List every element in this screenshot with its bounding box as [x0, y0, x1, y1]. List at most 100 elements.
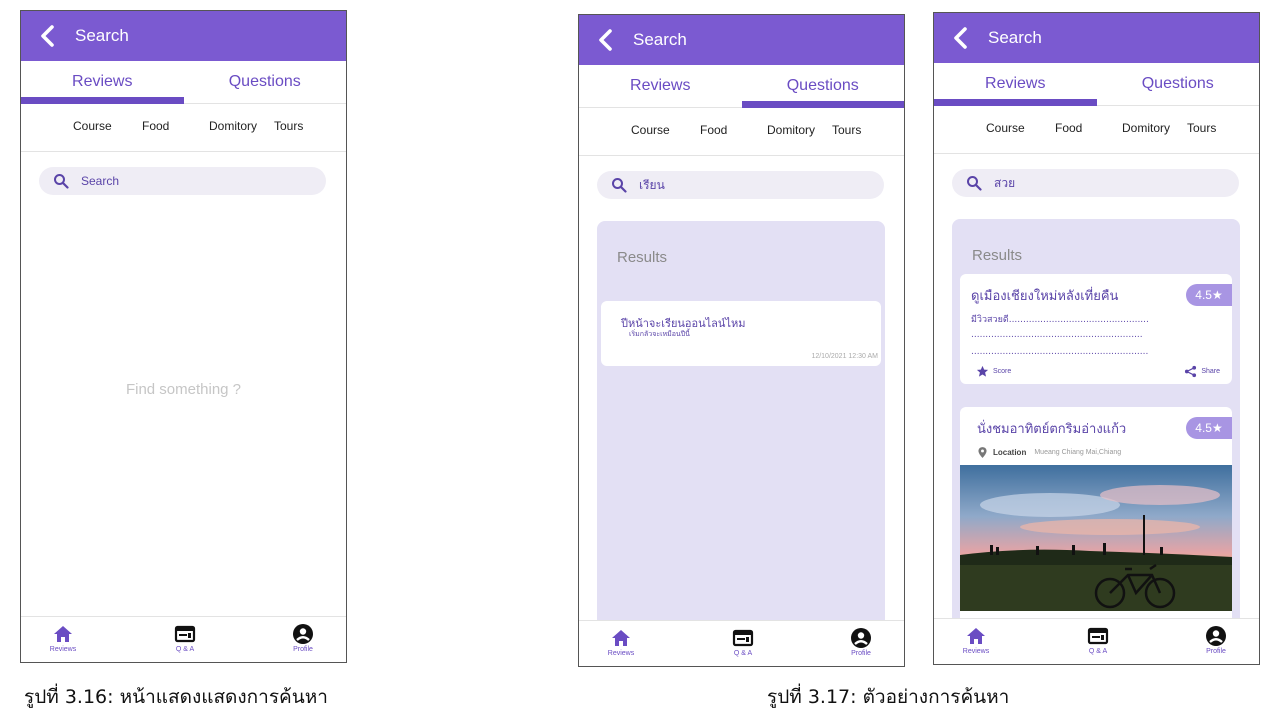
location-pin-icon	[978, 447, 987, 458]
location-row: Location Mueang Chiang Mai,Chiang	[978, 447, 1121, 458]
category-course[interactable]: Course	[986, 121, 1025, 135]
tab-reviews[interactable]: Reviews	[934, 63, 1097, 106]
qa-board-icon	[174, 625, 196, 643]
app-bar: Search	[934, 13, 1259, 63]
bottom-nav: Reviews Q & A Profile	[21, 616, 346, 662]
nav-profile-label: Profile	[293, 646, 313, 653]
nav-profile-label: Profile	[851, 650, 871, 657]
profile-icon	[293, 624, 313, 644]
sunset-photo	[960, 465, 1232, 611]
back-arrow-icon[interactable]	[579, 15, 633, 65]
bottom-nav: Reviews Q & A Profile	[579, 620, 904, 666]
tab-reviews[interactable]: Reviews	[21, 61, 184, 104]
home-icon	[967, 628, 985, 644]
tab-questions[interactable]: Questions	[741, 65, 905, 108]
results-title: Results	[617, 249, 668, 266]
app-bar: Search	[21, 11, 346, 61]
search-icon	[54, 174, 69, 189]
nav-profile[interactable]: Profile	[831, 627, 891, 657]
qa-board-icon	[732, 629, 754, 647]
question-subtitle: เริ่มกลัวจะเหมือนปีนี้	[629, 330, 690, 338]
category-dormitory[interactable]: Domitory	[209, 119, 257, 133]
nav-qa[interactable]: Q & A	[713, 627, 773, 657]
category-tours[interactable]: Tours	[1187, 121, 1216, 135]
figure-caption-3-17: รูปที่ 3.17: ตัวอย่างการค้นหา	[767, 686, 1010, 708]
nav-qa-label: Q & A	[175, 646, 195, 653]
search-input[interactable]: สวย	[952, 169, 1239, 197]
question-result-card[interactable]: ปีหน้าจะเรียนออนไลน์ไหม เริ่มกลัวจะเหมือ…	[601, 301, 881, 366]
nav-qa-label: Q & A	[733, 650, 753, 657]
search-placeholder: Search	[81, 174, 120, 188]
share-icon	[1185, 365, 1197, 378]
category-filter: Course Food Domitory Tours	[579, 108, 904, 156]
nav-profile-label: Profile	[1206, 648, 1226, 655]
nav-reviews[interactable]: Reviews	[33, 623, 93, 653]
tab-questions[interactable]: Questions	[184, 61, 347, 103]
profile-icon	[1206, 626, 1226, 646]
nav-reviews[interactable]: Reviews	[946, 625, 1006, 655]
app-bar: Search	[579, 15, 904, 65]
tab-reviews[interactable]: Reviews	[579, 65, 742, 107]
search-input[interactable]: เรียน	[597, 171, 884, 199]
tab-questions[interactable]: Questions	[1097, 63, 1260, 105]
bottom-nav: Reviews Q & A Profile	[934, 618, 1259, 664]
review-text-line: ........................................…	[971, 330, 1143, 340]
profile-icon	[851, 628, 871, 648]
nav-profile[interactable]: Profile	[273, 623, 333, 653]
nav-qa-label: Q & A	[1088, 648, 1108, 655]
phone-screen-search-empty: Search Reviews Questions Course Food Dom…	[20, 10, 347, 663]
nav-profile[interactable]: Profile	[1186, 625, 1246, 655]
category-filter: Course Food Domitory Tours	[21, 104, 346, 152]
category-food[interactable]: Food	[142, 119, 169, 133]
figure-caption-3-16: รูปที่ 3.16: หน้าแสดงแสดงการค้นหา	[24, 686, 328, 708]
tab-bar: Reviews Questions	[934, 63, 1259, 106]
nav-qa[interactable]: Q & A	[155, 623, 215, 653]
category-dormitory[interactable]: Domitory	[767, 123, 815, 137]
nav-reviews[interactable]: Reviews	[591, 627, 651, 657]
phone-screen-search-questions: Search Reviews Questions Course Food Dom…	[578, 14, 905, 667]
nav-reviews-label: Reviews	[49, 646, 77, 653]
nav-reviews-label: Reviews	[962, 648, 990, 655]
search-input[interactable]: Search	[39, 167, 326, 195]
category-dormitory[interactable]: Domitory	[1122, 121, 1170, 135]
category-food[interactable]: Food	[700, 123, 727, 137]
qa-board-icon	[1087, 627, 1109, 645]
app-bar-title: Search	[988, 28, 1042, 47]
back-arrow-icon[interactable]	[21, 11, 75, 61]
share-button[interactable]: Share	[1184, 365, 1220, 378]
review-result-card[interactable]: นั่งชมอาทิตย์ตกริมอ่างแก้ว 4.5★ Location…	[960, 407, 1232, 639]
category-course[interactable]: Course	[631, 123, 670, 137]
review-title: นั่งชมอาทิตย์ตกริมอ่างแก้ว	[977, 422, 1127, 437]
empty-state-message: Find something ?	[125, 381, 242, 398]
category-course[interactable]: Course	[73, 119, 112, 133]
category-food[interactable]: Food	[1055, 121, 1082, 135]
share-label: Share	[1201, 368, 1220, 375]
search-icon	[967, 176, 982, 191]
category-tours[interactable]: Tours	[832, 123, 861, 137]
category-tours[interactable]: Tours	[274, 119, 303, 133]
search-icon	[612, 178, 627, 193]
results-title: Results	[972, 247, 1023, 264]
home-icon	[54, 626, 72, 642]
review-text-line: มีวิวสวยดี..............................…	[971, 315, 1149, 325]
nav-qa[interactable]: Q & A	[1068, 625, 1128, 655]
back-arrow-icon[interactable]	[934, 13, 988, 63]
search-query: เรียน	[639, 177, 665, 192]
rating-badge: 4.5★	[1186, 417, 1232, 439]
score-label: Score	[993, 368, 1012, 375]
app-bar-title: Search	[75, 26, 129, 45]
score-button[interactable]: Score	[976, 365, 1011, 378]
results-panel: Results ปีหน้าจะเรียนออนไลน์ไหม เริ่มกลั…	[597, 221, 885, 627]
review-text-line: ........................................…	[971, 347, 1149, 357]
app-bar-title: Search	[633, 30, 687, 49]
search-query: สวย	[994, 175, 1016, 190]
nav-reviews-label: Reviews	[607, 650, 635, 657]
tab-bar: Reviews Questions	[21, 61, 346, 104]
review-title: ดูเมืองเชียงใหม่หลังเที่ยคืน	[971, 289, 1119, 304]
tab-bar: Reviews Questions	[579, 65, 904, 108]
home-icon	[612, 630, 630, 646]
review-result-card[interactable]: ดูเมืองเชียงใหม่หลังเที่ยคืน 4.5★ มีวิวส…	[960, 274, 1232, 384]
results-panel: Results ดูเมืองเชียงใหม่หลังเที่ยคืน 4.5…	[952, 219, 1240, 639]
location-value: Mueang Chiang Mai,Chiang	[1034, 449, 1122, 456]
category-filter: Course Food Domitory Tours	[934, 106, 1259, 154]
